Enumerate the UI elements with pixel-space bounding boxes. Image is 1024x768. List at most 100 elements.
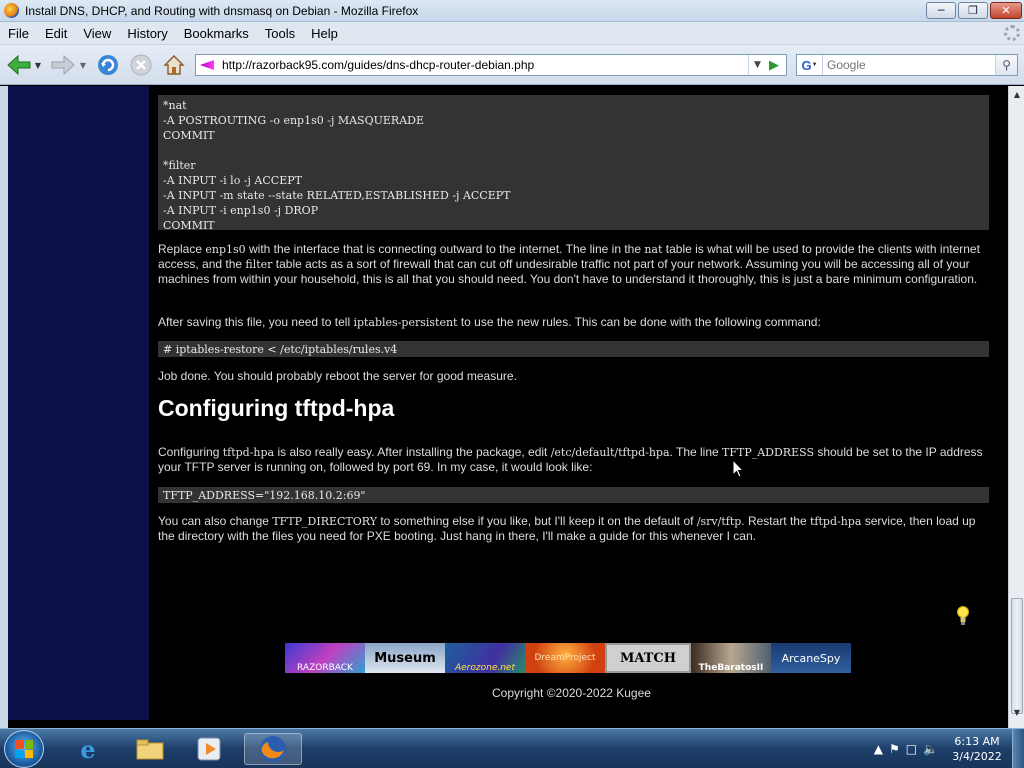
show-hidden-icons-icon[interactable]: ▲ xyxy=(874,742,883,756)
page-sidebar xyxy=(8,86,149,720)
menu-view[interactable]: View xyxy=(75,26,119,41)
home-button[interactable] xyxy=(160,51,188,79)
stop-button[interactable] xyxy=(128,51,154,79)
menu-history[interactable]: History xyxy=(119,26,175,41)
banner-aerozone[interactable]: Aerozone.net xyxy=(445,643,525,673)
back-arrow-icon xyxy=(7,54,31,76)
clock-time: 6:13 AM xyxy=(954,735,1000,748)
logo-tile xyxy=(15,749,24,758)
go-button[interactable]: ▶ xyxy=(764,56,784,74)
paragraph-job-done: Job done. You should probably reboot the… xyxy=(158,369,517,383)
action-center-flag-icon[interactable]: ⚑ xyxy=(889,742,900,756)
chevron-down-icon: ▼ xyxy=(34,60,42,70)
site-favicon-icon xyxy=(200,60,214,70)
taskbar-windows-explorer[interactable] xyxy=(128,733,172,765)
search-button[interactable]: ⚲ xyxy=(995,55,1017,75)
text: You can also change xyxy=(158,514,273,528)
show-desktop-button[interactable] xyxy=(1012,729,1024,768)
logo-tile xyxy=(15,740,24,749)
logo-tile xyxy=(24,749,33,758)
volume-muted-icon[interactable]: 🔈 xyxy=(923,742,938,756)
text: Replace xyxy=(158,242,206,256)
back-button[interactable] xyxy=(4,51,34,79)
menu-help[interactable]: Help xyxy=(303,26,346,41)
window-left-border xyxy=(0,86,8,728)
chevron-down-icon: ▼ xyxy=(79,60,87,70)
go-arrow-icon: ▶ xyxy=(769,57,779,73)
system-tray: ▲ ⚑ □ 🔈 6:13 AM 3/4/2022 xyxy=(874,729,1024,768)
taskbar-internet-explorer[interactable]: e xyxy=(66,733,110,765)
url-bar[interactable]: http://razorback95.com/guides/dns-dhcp-r… xyxy=(195,54,787,76)
menu-file[interactable]: File xyxy=(0,26,37,41)
forward-button[interactable] xyxy=(48,51,78,79)
paragraph-tftp-directory: You can also change TFTP_DIRECTORY to so… xyxy=(158,514,990,544)
banner-thebaratos[interactable]: TheBaratosII xyxy=(691,643,771,673)
taskbar-media-player[interactable] xyxy=(188,733,232,765)
scroll-up-button[interactable]: ▲ xyxy=(1009,86,1024,102)
minimize-icon: ─ xyxy=(937,4,945,17)
banner-dreamproject[interactable]: DreamProject xyxy=(525,643,605,673)
maximize-button[interactable]: ❐ xyxy=(958,2,988,19)
google-logo-icon: G xyxy=(801,57,812,73)
text: to something else if you like, but I'll … xyxy=(377,514,697,528)
tftp-address-code: TFTP_ADDRESS="192.168.10.2:69" xyxy=(158,487,989,503)
menu-tools[interactable]: Tools xyxy=(257,26,303,41)
forward-arrow-icon xyxy=(51,54,75,76)
logo-tile xyxy=(24,740,33,749)
affiliate-banners: RAZORBACK Museum Aerozone.net DreamProje… xyxy=(285,643,851,673)
search-engine-selector[interactable]: G ▼ xyxy=(797,55,823,75)
inline-code: enp1s0 xyxy=(205,243,246,256)
inline-code: TFTP_ADDRESS xyxy=(722,446,814,459)
network-icon[interactable]: □ xyxy=(906,742,917,756)
menu-bookmarks[interactable]: Bookmarks xyxy=(176,26,257,41)
vertical-scrollbar[interactable]: ▲ ▼ xyxy=(1008,86,1024,728)
windows-taskbar: e ▲ ⚑ □ 🔈 6:13 AM 3/4/2022 xyxy=(0,728,1024,768)
paragraph-replace-interface: Replace enp1s0 with the interface that i… xyxy=(158,242,990,287)
taskbar-firefox[interactable] xyxy=(244,733,302,765)
back-history-dropdown[interactable]: ▼ xyxy=(33,51,43,79)
inline-code: iptables-persistent xyxy=(353,316,458,329)
text: is also really easy. After installing th… xyxy=(274,445,551,459)
scroll-down-button[interactable]: ▼ xyxy=(1009,704,1024,720)
search-bar[interactable]: G▼ ⚲ xyxy=(796,54,1018,76)
url-text[interactable]: http://razorback95.com/guides/dns-dhcp-r… xyxy=(222,58,534,72)
inline-code: /etc/default/tftpd-hpa xyxy=(550,446,670,459)
text: Configuring xyxy=(158,445,223,459)
lightbulb-icon[interactable] xyxy=(957,605,969,627)
banner-match[interactable]: MATCH xyxy=(605,643,691,673)
iptables-restore-command: # iptables-restore < /etc/iptables/rules… xyxy=(158,341,989,357)
folder-icon xyxy=(136,739,164,760)
paragraph-configuring-tftpd: Configuring tftpd-hpa is also really eas… xyxy=(158,445,990,475)
banner-museum[interactable]: Museum xyxy=(365,643,445,673)
home-icon xyxy=(163,55,185,75)
reload-button[interactable] xyxy=(94,51,122,79)
windows-logo-icon xyxy=(15,740,33,758)
banner-razorback[interactable]: RAZORBACK xyxy=(285,643,365,673)
close-button[interactable]: ✕ xyxy=(990,2,1022,19)
firefox-icon xyxy=(4,3,19,18)
search-icon: ⚲ xyxy=(1002,58,1011,72)
window-titlebar[interactable]: Install DNS, DHCP, and Routing with dnsm… xyxy=(0,0,1024,22)
window-title: Install DNS, DHCP, and Routing with dnsm… xyxy=(25,3,419,18)
minimize-button[interactable]: ─ xyxy=(926,2,956,19)
inline-code: nat xyxy=(644,243,663,256)
window-controls: ─ ❐ ✕ xyxy=(926,2,1022,19)
scrollbar-thumb[interactable] xyxy=(1011,598,1023,714)
system-clock[interactable]: 6:13 AM 3/4/2022 xyxy=(948,734,1006,764)
copyright-text: Copyright ©2020-2022 Kugee xyxy=(492,686,651,700)
firefox-icon xyxy=(260,736,286,762)
start-button[interactable] xyxy=(4,730,44,768)
media-player-icon xyxy=(197,737,221,761)
forward-history-dropdown[interactable]: ▼ xyxy=(78,51,88,79)
inline-code: filter xyxy=(245,258,273,271)
chevron-down-icon: ▼ xyxy=(754,60,761,70)
chevron-up-icon: ▲ xyxy=(1013,89,1021,99)
chevron-down-icon: ▼ xyxy=(1013,707,1021,717)
menu-bar: File Edit View History Bookmarks Tools H… xyxy=(0,22,1024,45)
menu-edit[interactable]: Edit xyxy=(37,26,75,41)
banner-arcanespy[interactable]: ArcaneSpy xyxy=(771,643,851,673)
inline-code: tftpd-hpa xyxy=(222,446,275,459)
iptables-rules-code-block: *nat -A POSTROUTING -o enp1s0 -j MASQUER… xyxy=(158,95,989,232)
chevron-down-icon: ▼ xyxy=(811,62,818,68)
search-input[interactable] xyxy=(827,58,987,72)
